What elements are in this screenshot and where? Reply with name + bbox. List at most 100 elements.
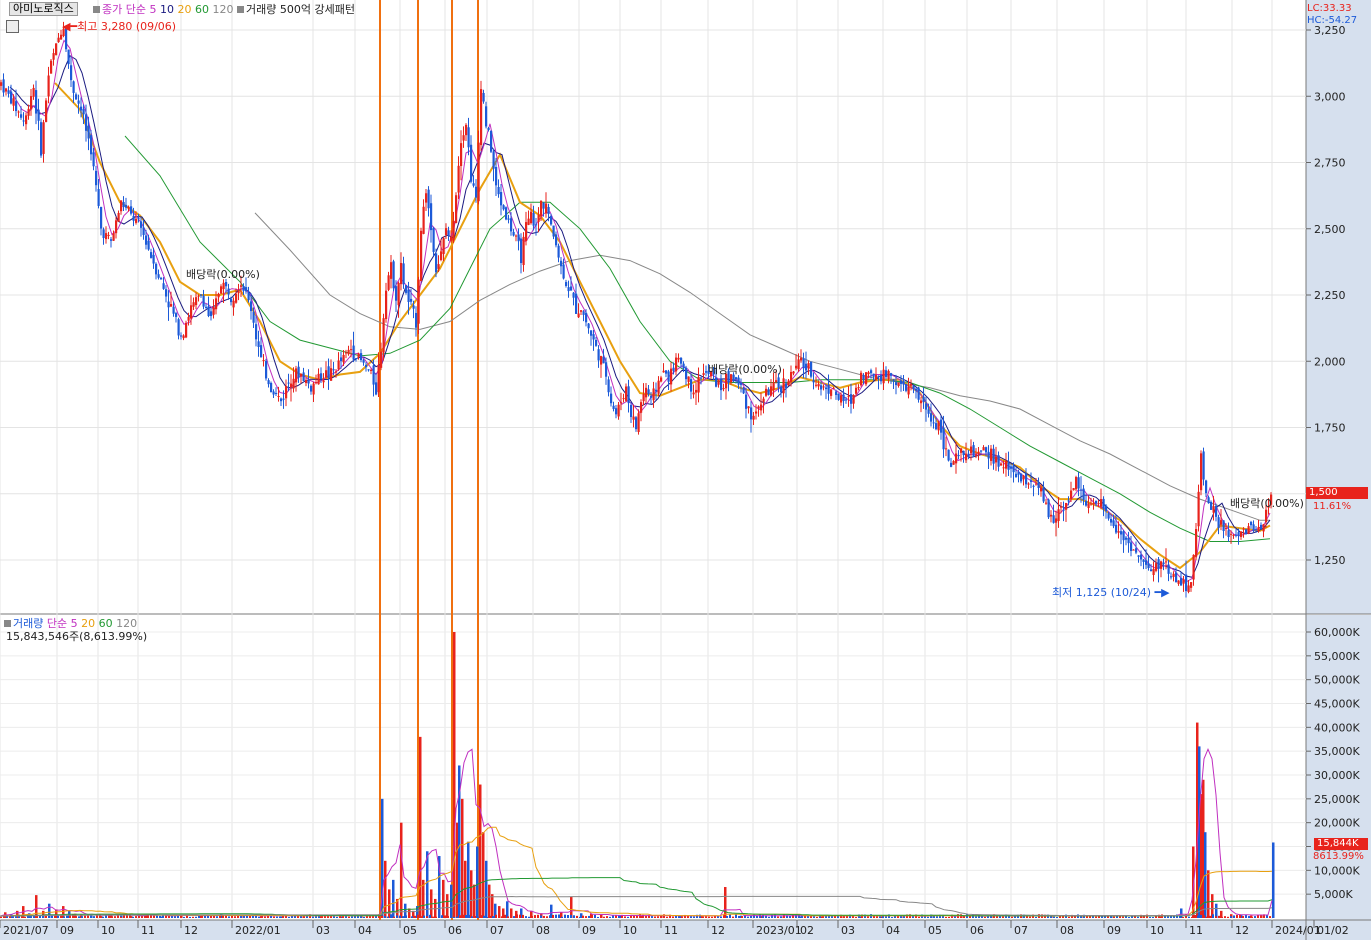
candle-body	[1052, 515, 1055, 523]
volume-bar-small	[0, 916, 2, 918]
candle-body	[172, 306, 175, 314]
volume-bar-small	[402, 916, 404, 918]
current-pct-tag: 11.61%	[1313, 501, 1352, 512]
candle-body	[652, 388, 655, 401]
candle-body	[750, 407, 753, 420]
candle-body	[1250, 521, 1253, 526]
candle-body	[177, 319, 180, 336]
candle-body	[857, 387, 860, 389]
stock-name-button[interactable]: 아미노로직스	[9, 2, 78, 16]
candle-body	[250, 301, 253, 312]
volume-bar-small	[504, 914, 506, 918]
vol-ma20-label[interactable]: 20	[81, 617, 95, 630]
y-tick-label: 1,250	[1314, 554, 1346, 567]
y-tick-label: 2,500	[1314, 223, 1346, 236]
volume-title[interactable]: 거래량	[13, 617, 43, 630]
stock-chart[interactable]: 2021/07 09 10 11 12 2022/01 03 04 05 06 07 08 09 10 11…	[0, 0, 1371, 940]
vol-ma5-label[interactable]: 5	[71, 617, 78, 630]
candle-body	[645, 387, 648, 398]
candle-body	[1082, 488, 1085, 500]
volume-bar-small	[1035, 916, 1037, 918]
x-tick-label: 03	[841, 924, 855, 937]
volume-bar-small	[768, 916, 770, 918]
candle-body	[1135, 548, 1138, 553]
ma20-label[interactable]: 20	[177, 3, 191, 16]
candle-body	[117, 212, 120, 222]
candle-body	[290, 383, 293, 388]
volume-bar-small	[78, 916, 80, 918]
candle-body	[1237, 532, 1240, 537]
volume-bar-small	[84, 915, 86, 918]
vol-ma60-label[interactable]: 60	[99, 617, 113, 630]
pattern-label[interactable]: 거래량 500억 강세패턴	[246, 3, 355, 16]
candle-body	[457, 165, 460, 193]
volume-bar-small	[1218, 915, 1220, 918]
ma60-label[interactable]: 60	[195, 3, 209, 16]
candle-body	[1045, 502, 1048, 504]
volume-bar-small	[81, 916, 83, 918]
volume-bar-small	[465, 915, 467, 918]
candle-body	[1010, 466, 1013, 469]
volume-bar-small	[816, 916, 818, 918]
volume-bar-small	[333, 916, 335, 918]
current-volume-tag: 15,844K	[1314, 838, 1368, 850]
x-tick-label: 07	[490, 924, 504, 937]
candle-body	[1172, 573, 1175, 577]
volume-bar-small	[276, 916, 278, 918]
vol-ma120-label[interactable]: 120	[116, 617, 137, 630]
volume-bar-small	[723, 915, 725, 918]
volume-bar-small	[1002, 916, 1004, 918]
candle-body	[227, 288, 230, 295]
chart-grid	[0, 0, 1371, 940]
volume-bar-small	[1203, 915, 1205, 918]
candle-body	[682, 363, 685, 369]
volume-bar-small	[891, 917, 893, 918]
candle-body	[755, 411, 758, 414]
volume-bar-small	[600, 914, 602, 918]
volume-bar-small	[513, 916, 515, 918]
x-tick-label: 04	[886, 924, 900, 937]
candle-body	[297, 366, 300, 378]
candle-body	[937, 422, 940, 431]
candle-body	[762, 398, 765, 402]
candle-body	[155, 263, 158, 275]
volume-bar-small	[531, 915, 533, 918]
candle-body	[312, 383, 315, 395]
candle-body	[565, 282, 568, 286]
volume-bar-small	[720, 916, 722, 918]
volume-bar-small	[348, 916, 350, 918]
grid-icon[interactable]	[6, 20, 19, 33]
volume-bar	[384, 860, 387, 918]
vol-tick-label: 20,000K	[1314, 817, 1360, 830]
volume-bar-small	[93, 916, 95, 918]
candle-body	[1070, 490, 1073, 499]
vol-tick-label: 5,000K	[1314, 888, 1353, 901]
candle-body	[460, 143, 463, 167]
candle-body	[782, 378, 785, 394]
ma10-label[interactable]: 10	[160, 3, 174, 16]
candle-body	[442, 238, 445, 254]
candle-body	[1177, 580, 1180, 584]
candle-body	[990, 448, 993, 461]
candle-body	[200, 294, 203, 296]
candle-body	[30, 96, 33, 110]
volume-bar-small	[1068, 916, 1070, 918]
low-annotation: 최저 1,125 (10/24) ━▶	[1052, 586, 1170, 599]
candle-body	[245, 287, 248, 292]
candle-body	[850, 394, 853, 404]
candle-body	[510, 218, 513, 232]
volume-bar-small	[1242, 916, 1244, 918]
candle-body	[1087, 503, 1090, 508]
volume-bar-small	[48, 915, 50, 918]
candle-body	[512, 231, 515, 236]
volume-bar-small	[1236, 914, 1238, 918]
candle-body	[537, 214, 540, 222]
candle-body	[130, 206, 133, 214]
volume-bar-small	[537, 914, 539, 918]
candle-body	[55, 43, 58, 55]
candle-body	[1007, 462, 1010, 470]
volume-bar	[62, 906, 65, 918]
ma120-label[interactable]: 120	[212, 3, 233, 16]
candle-body	[280, 398, 283, 402]
ma5-label[interactable]: 5	[149, 3, 156, 16]
